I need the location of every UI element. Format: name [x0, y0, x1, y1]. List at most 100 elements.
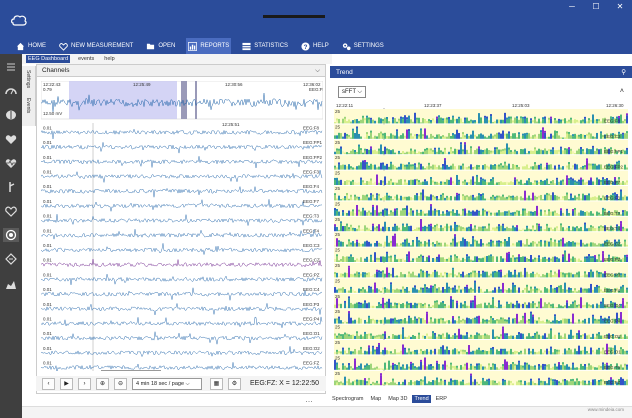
tab-map-3d[interactable]: Map 3D — [386, 395, 409, 403]
trend-row: 25EEG:T3 — [334, 201, 628, 216]
tab-events[interactable]: events — [76, 55, 96, 63]
trend-bin — [488, 302, 490, 305]
menu-settings[interactable]: SETTINGS — [340, 38, 386, 54]
maximize-button[interactable]: ☐ — [584, 0, 608, 14]
trend-bin — [508, 319, 510, 324]
close-button[interactable]: ✕ — [608, 0, 632, 14]
tab-map[interactable]: Map — [369, 395, 384, 403]
trend-bin — [476, 363, 478, 366]
chevron-up-icon[interactable]: ˄ — [620, 88, 624, 95]
trend-bin — [506, 303, 508, 309]
trend-bin — [472, 290, 474, 293]
diamond-icon[interactable] — [3, 252, 19, 266]
trend-bin — [430, 306, 432, 309]
trend-bin — [488, 255, 490, 262]
trend-bin — [512, 182, 514, 185]
pin-icon[interactable]: ⚲ — [621, 68, 626, 76]
minimize-button[interactable]: ─ — [560, 0, 584, 14]
vtab-events[interactable]: Events — [25, 98, 31, 113]
tab-help[interactable]: help — [102, 55, 116, 63]
play-icon[interactable]: ▶ — [60, 377, 73, 390]
heart-pulse-icon[interactable] — [3, 156, 19, 170]
area-chart-icon[interactable] — [3, 278, 19, 292]
zoom-out-icon[interactable]: ⊖ — [114, 377, 127, 390]
menu-reports[interactable]: REPORTS — [186, 38, 232, 54]
trend-bin — [342, 382, 344, 386]
brain-rail-icon[interactable] — [3, 108, 19, 122]
page-duration-select[interactable]: 4 min 18 sec / page ⌵ — [132, 377, 202, 390]
menu-home[interactable]: HOME — [14, 38, 48, 54]
prev-icon[interactable]: ‹ — [42, 377, 55, 390]
trend-bin — [624, 380, 626, 386]
gauge-icon[interactable] — [3, 84, 19, 98]
menu-help[interactable]: ? HELP — [299, 38, 331, 54]
trend-bin — [582, 165, 584, 168]
trend-bin — [538, 364, 540, 367]
menu-open[interactable]: OPEN — [144, 38, 177, 54]
trend-bin — [476, 148, 478, 155]
trend-bin — [410, 245, 412, 247]
menu-new-measurement[interactable]: NEW MEASUREMENT — [57, 38, 135, 54]
channel-label: EEG:P3 — [303, 302, 320, 307]
trend-bin — [386, 210, 388, 216]
chevron-down-icon[interactable]: ⌵ — [315, 67, 320, 75]
trend-bin — [368, 117, 370, 120]
trend-bin — [532, 273, 534, 278]
menu-lines-icon[interactable] — [3, 60, 19, 74]
overview-strip[interactable]: 12:22:430.7912.50 mV12:25:49 12:30:56 12:3… — [41, 81, 323, 120]
trend-bin — [356, 204, 358, 216]
trend-type-select[interactable]: sFFT ⌵ — [338, 86, 366, 98]
trend-bin — [492, 212, 494, 215]
trend-bin — [340, 133, 342, 139]
gear-icon[interactable]: ⚙ — [228, 377, 241, 390]
trend-bin — [526, 320, 528, 323]
tab-spectrogram[interactable]: Spectrogram — [330, 395, 366, 403]
trend-bin — [494, 166, 496, 170]
menu-statistics[interactable]: STATISTICS — [240, 38, 290, 54]
trend-bin — [394, 233, 396, 236]
trend-bin — [388, 195, 390, 198]
trend-bin — [552, 229, 554, 232]
zoom-in-icon[interactable]: ⊕ — [96, 377, 109, 390]
trend-bin — [374, 120, 376, 124]
trend-bin — [360, 119, 362, 124]
tab-erp[interactable]: ERP — [434, 395, 449, 403]
trend-bin — [562, 227, 564, 232]
trend-bin — [518, 199, 520, 201]
next-icon[interactable]: › — [78, 377, 91, 390]
trend-bin — [514, 177, 516, 180]
trend-bin — [490, 150, 492, 153]
heart-rail-icon[interactable] — [3, 132, 19, 146]
trend-bin — [418, 182, 420, 185]
trend-bin — [360, 290, 362, 293]
trend-bin — [466, 241, 468, 247]
heart-outline-icon[interactable] — [3, 204, 19, 218]
trend-bin — [424, 302, 426, 305]
record-icon[interactable] — [3, 228, 19, 242]
tab-trend[interactable]: Trend — [412, 395, 431, 403]
channel-scale: 0.01 — [43, 287, 52, 292]
trend-bin — [568, 121, 570, 124]
eeg-channels-plot[interactable]: 12:22:430.7912.50 mV12:25:49 12:30:56 12:3… — [41, 81, 323, 371]
trend-bin — [386, 253, 388, 262]
more-icon[interactable]: … — [305, 395, 313, 404]
trend-bin — [396, 364, 398, 370]
trend-bin — [480, 149, 482, 155]
branch-icon[interactable] — [3, 180, 19, 194]
tab-eeg-dashboard[interactable]: EEG Dashboard — [26, 55, 71, 63]
trend-bin — [480, 273, 482, 276]
trend-bin — [424, 179, 426, 182]
trend-bin — [388, 197, 390, 201]
trend-bin — [358, 165, 360, 170]
trend-bin — [384, 208, 386, 211]
trend-bin — [362, 352, 364, 355]
trend-bin — [338, 260, 340, 262]
trend-bin — [568, 241, 570, 247]
vtab-settings[interactable]: Settings — [25, 70, 31, 88]
trend-spectrogram-plot[interactable]: 12:22:11 12:23:37 12:25:03 12:26:3025EEG:F8… — [334, 102, 628, 388]
trend-bin — [492, 121, 494, 124]
trend-bin — [370, 319, 372, 324]
grid-icon[interactable]: ▦ — [210, 377, 223, 390]
trend-bin — [494, 164, 496, 167]
trend-bin — [542, 129, 544, 139]
